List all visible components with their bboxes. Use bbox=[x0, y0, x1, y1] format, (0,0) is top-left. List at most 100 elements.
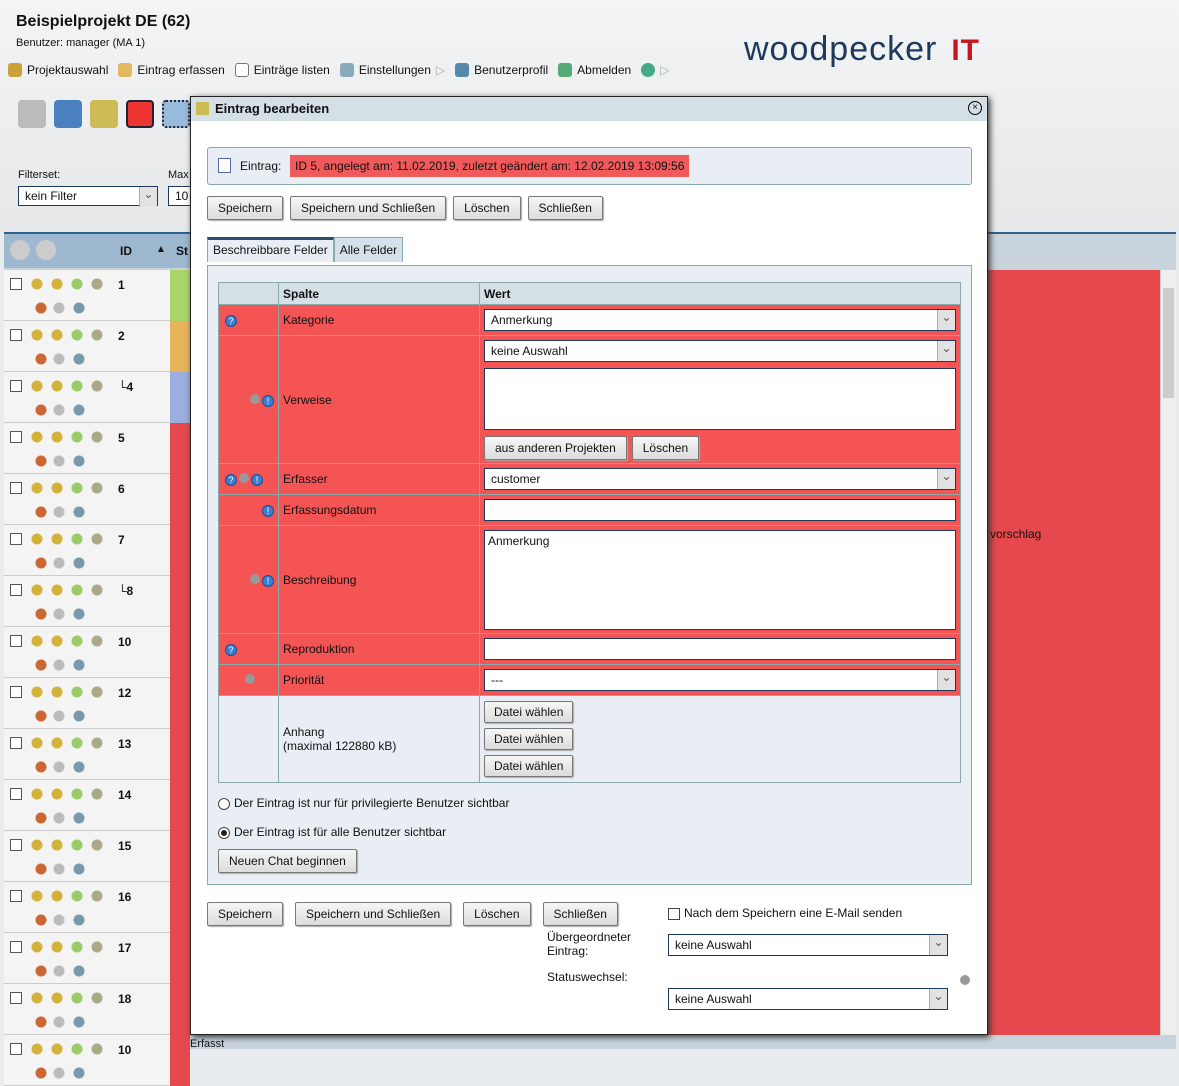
row-action-icons[interactable] bbox=[29, 990, 109, 1030]
delete-icon[interactable] bbox=[126, 100, 154, 128]
row-checkbox[interactable] bbox=[10, 533, 22, 545]
file-choose-button[interactable]: Datei wählen bbox=[484, 701, 574, 723]
erfasser-select[interactable]: customer bbox=[484, 468, 956, 490]
filter-icon[interactable] bbox=[18, 100, 46, 128]
row-action-icons[interactable] bbox=[29, 684, 109, 724]
nav-projektauswahl[interactable]: Projektauswahl bbox=[8, 63, 108, 77]
row-action-icons[interactable] bbox=[29, 327, 109, 367]
visibility-all[interactable]: Der Eintrag ist für alle Benutzer sichtb… bbox=[218, 825, 446, 839]
id-column-header[interactable]: ID bbox=[120, 244, 132, 258]
nav-benutzerprofil[interactable]: Benutzerprofil bbox=[455, 63, 548, 77]
row-action-icons[interactable] bbox=[29, 480, 109, 520]
remove-reference-button[interactable]: Löschen bbox=[631, 435, 700, 460]
erfassungsdatum-input[interactable] bbox=[484, 499, 956, 521]
table-row[interactable]: 14 bbox=[4, 780, 190, 831]
vertical-scrollbar[interactable] bbox=[1160, 270, 1176, 1035]
row-checkbox[interactable] bbox=[10, 584, 22, 596]
row-action-icons[interactable] bbox=[29, 837, 109, 877]
close-button[interactable]: Schließen bbox=[527, 196, 603, 220]
info-icon[interactable]: ! bbox=[262, 505, 274, 517]
row-action-icons[interactable] bbox=[29, 531, 109, 571]
close-icon[interactable]: × bbox=[968, 101, 982, 115]
save-button[interactable]: Speichern bbox=[207, 902, 284, 926]
row-action-icons[interactable] bbox=[29, 939, 109, 979]
save-close-button[interactable]: Speichern und Schließen bbox=[295, 902, 452, 926]
row-action-icons[interactable] bbox=[29, 786, 109, 826]
filterset-select[interactable]: kein Filter bbox=[18, 186, 158, 207]
row-checkbox[interactable] bbox=[10, 482, 22, 494]
info-icon[interactable]: ! bbox=[251, 474, 263, 486]
table-row[interactable]: 15 bbox=[4, 831, 190, 882]
scroll-thumb[interactable] bbox=[1163, 288, 1174, 398]
nav-help[interactable]: ▷ bbox=[641, 63, 669, 77]
check-all-icon[interactable] bbox=[10, 240, 30, 260]
table-row[interactable]: 12 bbox=[4, 678, 190, 729]
status-change-select[interactable]: keine Auswahl bbox=[668, 988, 948, 1010]
row-checkbox[interactable] bbox=[10, 329, 22, 341]
beschreibung-textarea[interactable]: Anmerkung bbox=[484, 529, 956, 630]
radio-all[interactable] bbox=[218, 826, 230, 839]
attach-icon[interactable] bbox=[162, 100, 190, 128]
prioritaet-select[interactable]: --- bbox=[484, 669, 956, 691]
tab-all-fields[interactable]: Alle Felder bbox=[333, 237, 404, 262]
status-column-header[interactable]: St bbox=[176, 244, 188, 258]
help-icon[interactable]: ? bbox=[225, 315, 237, 327]
table-row[interactable]: 18 bbox=[4, 984, 190, 1035]
delete-button[interactable]: Löschen bbox=[463, 902, 531, 926]
reproduktion-input[interactable] bbox=[484, 638, 956, 660]
row-checkbox[interactable] bbox=[10, 737, 22, 749]
row-action-icons[interactable] bbox=[29, 378, 109, 418]
table-row[interactable]: 5 bbox=[4, 423, 190, 474]
nav-abmelden[interactable]: Abmelden bbox=[558, 63, 631, 77]
visibility-privileged[interactable]: Der Eintrag ist nur für privilegierte Be… bbox=[218, 796, 509, 810]
row-checkbox[interactable] bbox=[10, 839, 22, 851]
help-icon[interactable]: ? bbox=[225, 474, 237, 486]
new-chat-button[interactable]: Neuen Chat beginnen bbox=[218, 849, 357, 873]
save-close-button[interactable]: Speichern und Schließen bbox=[290, 196, 447, 220]
save-button[interactable]: Speichern bbox=[207, 196, 284, 220]
row-action-icons[interactable] bbox=[29, 888, 109, 928]
row-checkbox[interactable] bbox=[10, 431, 22, 443]
table-row[interactable]: 1 bbox=[4, 270, 190, 321]
nav-eintrag-erfassen[interactable]: Eintrag erfassen bbox=[118, 63, 225, 77]
save-view-icon[interactable] bbox=[54, 100, 82, 128]
row-checkbox[interactable] bbox=[10, 278, 22, 290]
row-checkbox[interactable] bbox=[10, 890, 22, 902]
table-row[interactable]: 17 bbox=[4, 933, 190, 984]
row-checkbox[interactable] bbox=[10, 788, 22, 800]
delete-button[interactable]: Löschen bbox=[453, 196, 521, 220]
refresh-icon[interactable] bbox=[36, 240, 56, 260]
kategorie-select[interactable]: Anmerkung bbox=[484, 309, 956, 331]
email-option[interactable]: Nach dem Speichern eine E-Mail senden bbox=[668, 906, 902, 920]
row-checkbox[interactable] bbox=[10, 1043, 22, 1055]
row-action-icons[interactable] bbox=[29, 276, 109, 316]
row-action-icons[interactable] bbox=[29, 735, 109, 775]
row-checkbox[interactable] bbox=[10, 635, 22, 647]
table-row[interactable]: 6 bbox=[4, 474, 190, 525]
table-row[interactable]: 7 bbox=[4, 525, 190, 576]
table-row[interactable]: └8 bbox=[4, 576, 190, 627]
table-row[interactable]: 10 bbox=[4, 627, 190, 678]
row-action-icons[interactable] bbox=[29, 429, 109, 469]
table-row[interactable]: 2 bbox=[4, 321, 190, 372]
info-icon[interactable]: ! bbox=[262, 574, 274, 587]
verweise-list[interactable] bbox=[484, 367, 956, 430]
info-icon[interactable]: ! bbox=[262, 394, 274, 407]
close-button[interactable]: Schließen bbox=[542, 902, 618, 926]
table-row[interactable]: 16 bbox=[4, 882, 190, 933]
parent-entry-select[interactable]: keine Auswahl bbox=[668, 934, 948, 956]
file-choose-button[interactable]: Datei wählen bbox=[484, 728, 574, 750]
nav-einstellungen[interactable]: Einstellungen ▷ bbox=[339, 63, 445, 77]
row-checkbox[interactable] bbox=[10, 941, 22, 953]
help-icon[interactable]: ? bbox=[225, 644, 237, 656]
radio-privileged[interactable] bbox=[218, 797, 230, 810]
file-choose-button[interactable]: Datei wählen bbox=[484, 755, 574, 777]
row-action-icons[interactable] bbox=[29, 633, 109, 673]
tab-writable-fields[interactable]: Beschreibbare Felder bbox=[207, 237, 334, 262]
table-row[interactable]: 10 bbox=[4, 1035, 190, 1086]
row-checkbox[interactable] bbox=[10, 992, 22, 1004]
row-action-icons[interactable] bbox=[29, 1041, 109, 1081]
other-projects-button[interactable]: aus anderen Projekten bbox=[484, 435, 627, 460]
nav-eintraege-listen[interactable]: Einträge listen bbox=[234, 63, 330, 77]
row-checkbox[interactable] bbox=[10, 380, 22, 392]
